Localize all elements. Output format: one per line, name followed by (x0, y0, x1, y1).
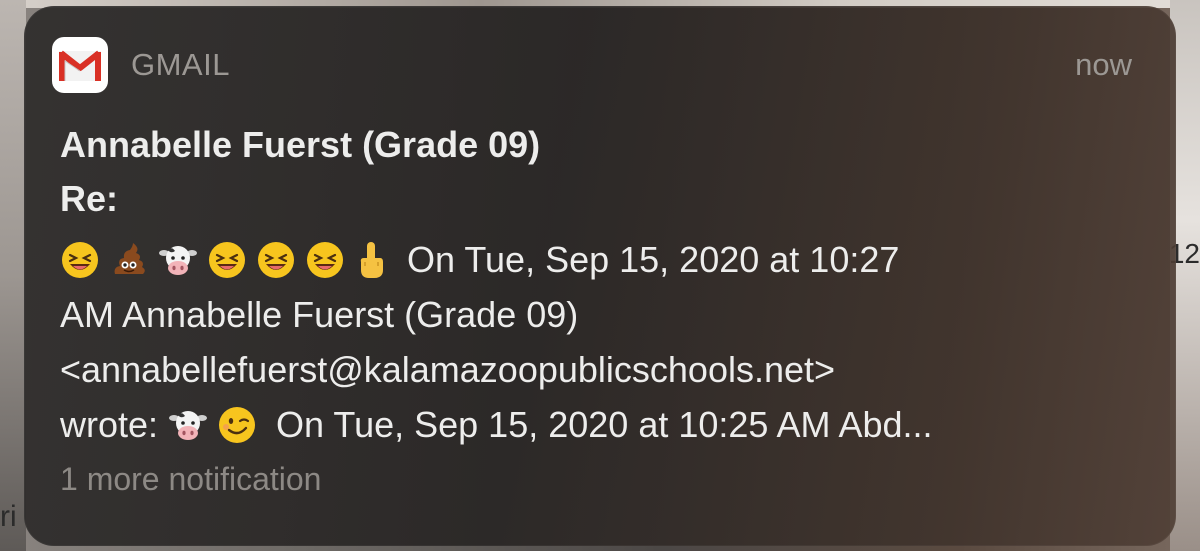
gmail-icon (52, 37, 108, 93)
app-name: GMAIL (131, 47, 230, 82)
wallpaper-left-edge (0, 0, 26, 551)
preview-line-4-prefix: wrote: (60, 404, 159, 445)
preview-line-2: AM Annabelle Fuerst (Grade 09) (60, 294, 579, 335)
pile-of-poo-emoji-icon (114, 242, 145, 274)
sender-name: Annabelle Fuerst (Grade 09) (60, 124, 541, 165)
middle-finger-emoji-icon (360, 241, 383, 278)
laughing-face-emoji-icon (209, 241, 245, 278)
more-notifications-label[interactable]: 1 more notification (60, 461, 321, 498)
laughing-face-emoji-icon (62, 241, 98, 278)
cow-face-emoji-icon (159, 245, 197, 275)
preview-line-4-suffix: On Tue, Sep 15, 2020 at 10:25 AM Abd... (276, 404, 933, 445)
preview-line-4: wrote: On Tue, Sep 15, 2020 at 10:25 AM … (60, 397, 1140, 452)
laughing-face-emoji-icon (258, 241, 294, 278)
preview-line-1-text: On Tue, Sep 15, 2020 at 10:27 (407, 239, 900, 280)
email-preview: On Tue, Sep 15, 2020 at 10:27 AM Annabel… (60, 232, 1140, 452)
laughing-face-emoji-icon (307, 241, 343, 278)
winking-face-emoji-icon (219, 406, 256, 443)
notification-card[interactable]: GMAIL now Annabelle Fuerst (Grade 09) Re… (24, 6, 1176, 546)
preview-line-1: On Tue, Sep 15, 2020 at 10:27 (60, 232, 1140, 287)
email-subject: Re: (60, 178, 119, 219)
background-text-left: ri (0, 500, 17, 533)
preview-line-3: <annabellefuerst@kalamazoopublicschools.… (60, 349, 836, 390)
cow-face-emoji-icon (169, 410, 208, 440)
notification-time: now (1075, 47, 1132, 82)
